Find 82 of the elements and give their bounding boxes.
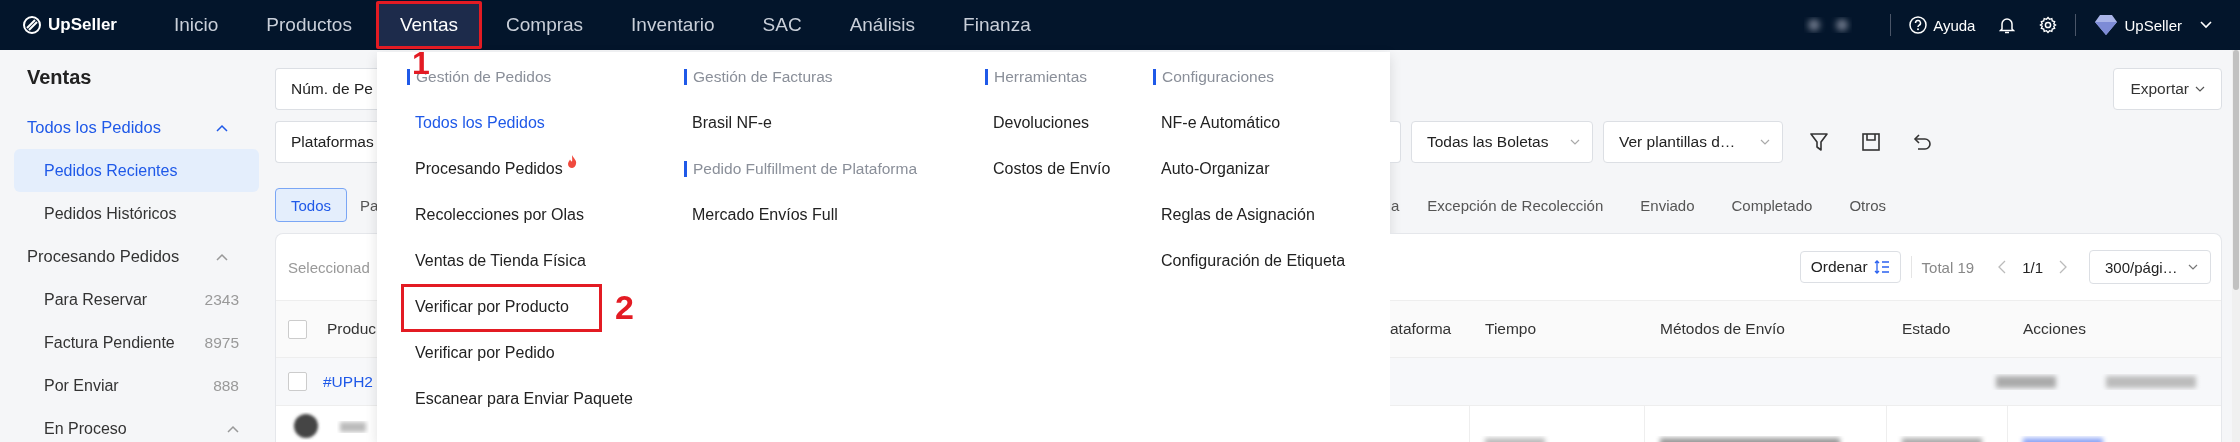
status-tab[interactable]: Completado [1715,188,1829,222]
menu-item[interactable]: Recolecciones por Olas [415,206,584,224]
column-header: Métodos de Envío [1659,320,1786,338]
sort-button[interactable]: Ordenar [1799,251,1901,283]
menu-section-heading: Gestión de Facturas [684,69,985,85]
column-header: Acciones [2022,320,2086,338]
total-count: Total 19 [1921,258,1975,276]
page-indicator: 1/1 [2022,258,2043,276]
selection-hint: Seleccionad [287,258,370,276]
templates-select[interactable]: Ver plantillas d… [1603,121,1783,163]
menu-item[interactable]: Configuración de Etiqueta [1161,252,1346,270]
menu-item[interactable]: Costos de Envío [993,160,1111,178]
menu-item[interactable]: Todos los Pedidos [415,114,545,132]
sidebar-item[interactable]: Pedidos Históricos [14,192,259,235]
status-tab[interactable]: Excepción de Recolección [1411,188,1620,222]
bell-icon[interactable] [1999,16,2016,34]
menu-item[interactable]: Procesando Pedidos [415,160,563,178]
caret-icon [1570,139,1580,145]
filter-icon[interactable] [1809,132,1829,152]
column-header: Produc [326,320,377,338]
menu-item[interactable]: Ventas de Tienda Física [415,252,586,270]
checkbox[interactable] [288,319,307,339]
nav-tab[interactable]: Compras [482,2,608,48]
menu-section-heading: Pedido Fulfillment de Plataforma [684,161,985,177]
sidebar-item[interactable]: Pedidos Recientes [14,149,259,192]
caret-icon[interactable] [2200,21,2212,29]
menu-item[interactable]: Auto-Organizar [1161,160,1270,178]
menu-section-heading: Herramientas [985,69,1153,85]
search-type-select[interactable]: Núm. de Pe [275,68,377,110]
export-button[interactable]: Exportar [2113,68,2222,110]
gem-icon [2094,14,2119,36]
chevron-icon [216,123,228,132]
status-tab[interactable]: a [1390,188,1407,222]
chevron-icon [227,424,239,433]
help-icon[interactable] [1909,16,1928,34]
sidebar-title: Ventas [26,66,93,90]
logo-icon [22,15,42,35]
undo-icon[interactable] [1913,132,1933,152]
sidebar-item[interactable]: Para Reservar 2343 [14,278,259,321]
menu-item[interactable]: Reglas de Asignación [1161,206,1315,224]
boletas-select[interactable]: Todas las Boletas [1411,121,1593,163]
caret-icon [1760,139,1770,145]
sidebar-item[interactable]: Factura Pendiente 8975 [14,321,259,364]
column-header: Tiempo [1484,320,1538,338]
nav-tab[interactable]: Productos [242,2,376,48]
menu-item[interactable]: Verificar por Producto [415,298,569,316]
sidebar-item[interactable]: En Proceso [14,407,259,442]
brand-name: UpSeller [48,15,117,35]
menu-item[interactable]: Brasil NF-e [692,114,772,132]
save-icon[interactable] [1861,132,1881,152]
menu-item[interactable]: NF-e Automático [1161,114,1281,132]
status-tab[interactable]: Otros [1833,188,1903,222]
annotation-number: 2 [615,290,634,324]
chevron-icon [216,252,228,261]
nav-tab[interactable]: SAC [738,2,826,48]
scrollbar[interactable] [2233,50,2239,290]
filter-field[interactable] [1390,121,1401,163]
column-header: Estado [1901,320,1952,338]
menu-item[interactable]: Verificar por Pedido [415,344,555,362]
sidebar-group[interactable]: Procesando Pedidos [0,235,248,278]
page-size-select[interactable]: 300/pági… [2089,250,2211,284]
sort-icon [1873,259,1890,275]
help-link[interactable]: Ayuda [1933,16,1976,34]
nav-tab[interactable]: Inicio [150,2,243,48]
nav-tab[interactable]: Análisis [825,2,940,48]
status-tab[interactable]: Todos [275,188,348,222]
caret-icon [2195,86,2205,92]
menu-section-heading: Configuraciones [1153,69,1346,85]
checkbox[interactable] [288,372,307,391]
caret-icon [2188,264,2198,270]
sidebar-group[interactable]: Todos los Pedidos [0,106,248,149]
account-name[interactable]: UpSeller [2124,16,2182,34]
menu-item[interactable]: Mercado Envíos Full [692,206,838,224]
nav-tab[interactable]: Finanza [939,2,1055,48]
nav-tab[interactable]: Inventario [607,2,739,48]
platform-select[interactable]: Plataformas [275,121,377,163]
column-header: ataforma [1390,320,1453,338]
menu-item[interactable]: Devoluciones [993,114,1090,132]
settings-icon[interactable] [2039,16,2058,34]
menu-item[interactable]: Escanear para Enviar Paquete [415,390,633,408]
status-tab[interactable]: Enviado [1624,188,1711,222]
sidebar-item[interactable]: Por Enviar 888 [14,364,259,407]
